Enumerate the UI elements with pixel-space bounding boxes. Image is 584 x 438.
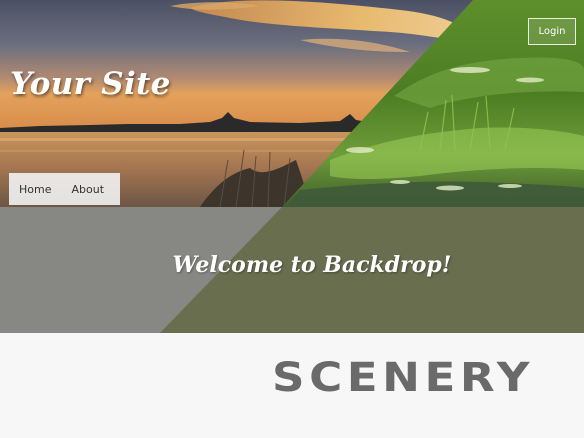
login-button[interactable]: Login	[528, 18, 576, 45]
main-navigation: Home About	[9, 173, 120, 205]
nav-item-about[interactable]: About	[71, 183, 104, 196]
scenery-section: SCENERY	[0, 333, 584, 438]
welcome-banner: Welcome to Backdrop!	[0, 207, 584, 333]
welcome-heading-text: Welcome to Backdrop!	[172, 252, 452, 278]
hero-banner: Your Site Login Home About	[0, 0, 584, 207]
welcome-heading: Welcome to Backdrop!	[0, 252, 584, 278]
site-name-logo[interactable]: Your Site	[10, 66, 171, 102]
nav-item-home[interactable]: Home	[19, 183, 51, 196]
scenery-heading: SCENERY	[272, 355, 535, 401]
